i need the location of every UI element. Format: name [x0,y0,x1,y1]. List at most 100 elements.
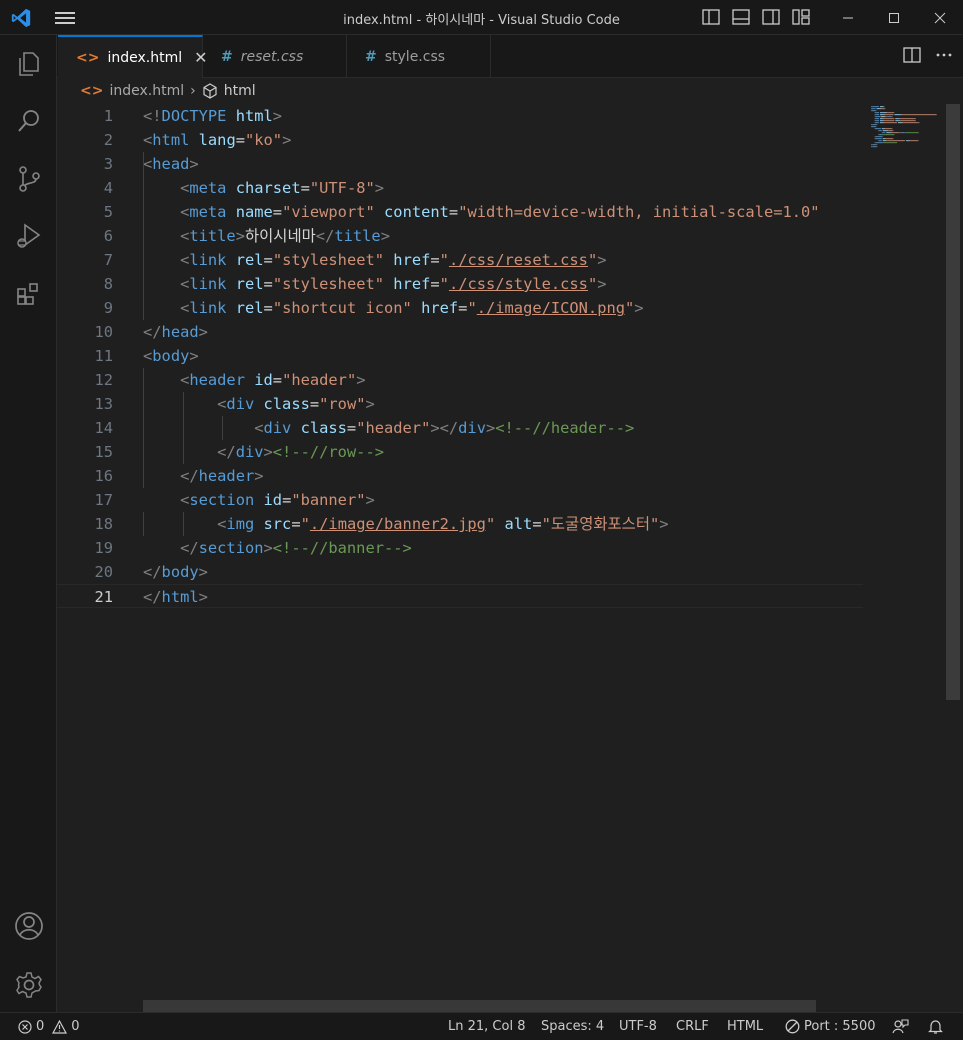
code-text: <div class="row"> [217,395,375,413]
vertical-scrollbar[interactable] [946,104,960,1000]
code-text: </head> [143,323,208,341]
horizontal-scrollbar[interactable] [143,1000,816,1012]
minimap-token [901,122,903,124]
minimap-token [875,138,882,140]
feedback-icon[interactable] [892,1019,909,1035]
error-icon [18,1019,32,1034]
code-line[interactable]: 5 <meta name="viewport" content="width=d… [57,200,863,224]
live-server-port[interactable]: Port : 5500 [785,1019,876,1034]
minimap-token [882,132,886,134]
minimap-token [885,116,888,118]
code-line[interactable]: 2 <html lang="ko"> [57,128,863,152]
problems-indicator[interactable]: 0 0 [18,1019,80,1034]
code-line[interactable]: 14 <div class="header"></div><!--//heade… [57,416,863,440]
code-line[interactable]: 4 <meta charset="UTF-8"> [57,176,863,200]
notifications-bell-icon[interactable] [928,1019,943,1035]
code-editor[interactable]: 1 <!DOCTYPE html> 2 <html lang="ko"> 3 <head>… [57,104,863,1000]
vscode-logo-icon [11,8,31,28]
line-number: 3 [103,155,113,173]
code-line[interactable]: 13 <div class="row"> [57,392,863,416]
line-number: 13 [94,395,113,413]
minimap-token [880,116,881,118]
minimap-token [884,128,892,130]
minimize-icon[interactable] [825,0,871,35]
tab-style-css[interactable]: # style.css [347,35,491,78]
code-line[interactable]: 17 <section id="banner"> [57,488,863,512]
minimap-token [874,118,876,120]
minimap-token [882,122,884,124]
source-control-icon[interactable] [0,154,57,204]
code-line[interactable]: 3 <head> [57,152,863,176]
code-line[interactable]: 7 <link rel="stylesheet" href="./css/res… [57,248,863,272]
minimap[interactable] [863,104,947,1000]
extensions-icon[interactable] [0,269,57,319]
run-debug-icon[interactable] [0,211,57,261]
minimap-token [886,140,888,142]
minimap-token [904,140,906,142]
minimap-token [879,140,882,142]
minimap-token [872,144,877,146]
minimap-token [882,118,884,120]
minimap-token [878,134,880,136]
tab-index-html[interactable]: <> index.html ✕ [58,35,208,78]
minimap-token [915,120,916,122]
code-line[interactable]: 12 <header id="header"> [57,368,863,392]
code-text: <!DOCTYPE html> [143,107,283,125]
css-file-icon: # [221,48,233,65]
minimap-token [878,140,880,142]
code-text: </section><!--//banner--> [180,539,412,557]
code-line[interactable]: 18 <img src="./image/banner2.jpg" alt="도… [57,512,863,536]
minimap-token [882,134,884,136]
language-mode[interactable]: HTML [727,1019,763,1034]
vertical-scrollbar-thumb[interactable] [946,104,960,700]
minimap-token [894,114,901,116]
cursor-position[interactable]: Ln 21, Col 8 [448,1019,525,1034]
close-window-icon[interactable] [917,0,963,35]
minimap-token [899,120,901,122]
minimap-token [886,112,888,114]
code-line[interactable]: 20 </body> [57,560,863,584]
code-line[interactable]: 11 <body> [57,344,863,368]
code-text: </div><!--//row--> [217,443,384,461]
code-line[interactable]: 15 </div><!--//row--> [57,440,863,464]
code-line[interactable]: 10 </head> [57,320,863,344]
customize-layout-icon[interactable] [790,6,812,28]
account-icon[interactable] [0,901,57,951]
file-encoding[interactable]: UTF-8 [619,1019,657,1034]
minimap-token [871,110,872,112]
search-icon[interactable] [0,96,57,146]
more-actions-icon[interactable] [935,47,953,63]
indent-guide [143,512,144,536]
html-file-icon: <> [76,49,100,66]
code-line[interactable]: 1 <!DOCTYPE html> [57,104,863,128]
breadcrumb-symbol[interactable]: html [224,83,256,99]
minimap-token [880,116,886,118]
hamburger-menu-icon[interactable] [54,9,76,27]
breadcrumb-file[interactable]: index.html [109,83,184,99]
minimap-token [880,108,885,110]
explorer-icon[interactable] [0,39,57,89]
code-line[interactable]: 8 <link rel="stylesheet" href="./css/sty… [57,272,863,296]
activity-bar [0,35,57,1012]
minimap-token [883,118,895,120]
code-line[interactable]: 6 <title>하이시네마</title> [57,224,863,248]
code-line[interactable]: 19 </section><!--//banner--> [57,536,863,560]
tab-reset-css[interactable]: # reset.css [203,35,347,78]
maximize-icon[interactable] [871,0,917,35]
editor-tabs: <> index.html ✕ # reset.css # style.css [57,35,963,78]
code-line[interactable]: 16 </header> [57,464,863,488]
line-number: 15 [94,443,113,461]
toggle-primary-sidebar-icon[interactable] [700,6,722,28]
code-line[interactable]: 21 </html> [57,584,863,608]
indentation[interactable]: Spaces: 4 [541,1019,604,1034]
toggle-panel-icon[interactable] [730,6,752,28]
split-editor-icon[interactable] [903,47,921,63]
settings-gear-icon[interactable] [0,960,57,1010]
toggle-secondary-sidebar-icon[interactable] [760,6,782,28]
minimap-token [881,128,884,130]
code-line[interactable]: 9 <link rel="shortcut icon" href="./imag… [57,296,863,320]
minimap-token [879,130,882,132]
end-of-line[interactable]: CRLF [676,1019,709,1034]
tab-label: reset.css [240,48,304,65]
indent-guide [143,368,144,488]
